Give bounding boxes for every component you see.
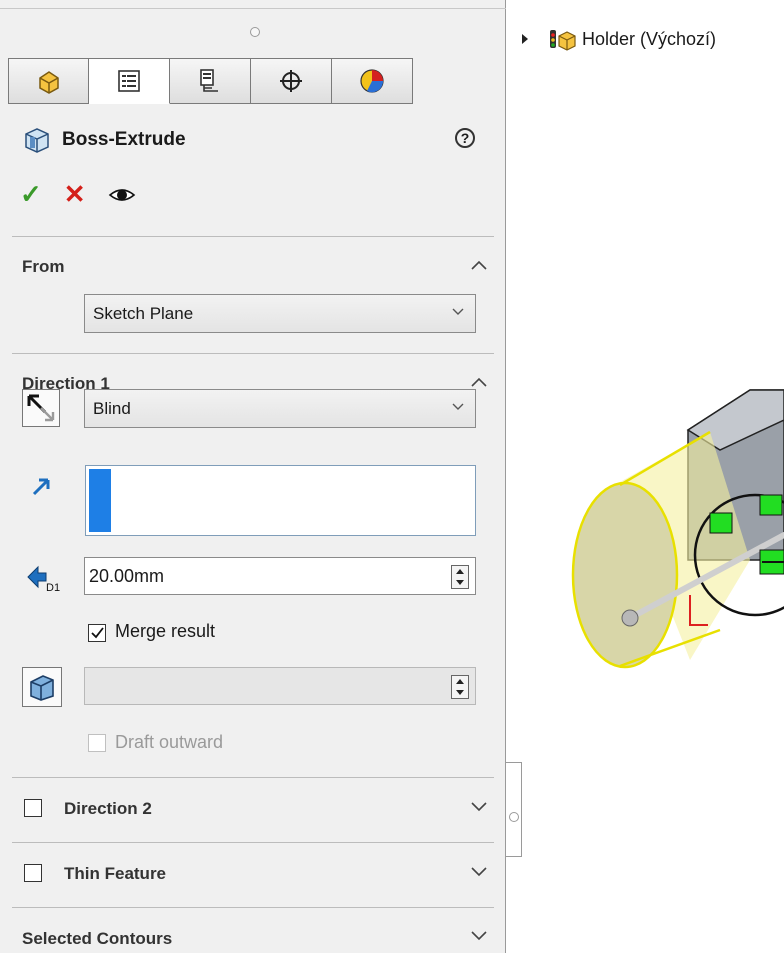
- draft-outward-label: Draft outward: [115, 732, 224, 752]
- panel-collapse-dot[interactable]: [509, 812, 519, 822]
- action-buttons: ✓ ✕: [20, 179, 136, 210]
- expand-selected-contours-icon[interactable]: [468, 928, 490, 942]
- tab-dimxpert-manager[interactable]: [251, 58, 332, 104]
- end-condition-value: Blind: [93, 399, 131, 418]
- tab-feature-manager[interactable]: [8, 58, 89, 104]
- direction2-checkbox[interactable]: [24, 799, 42, 817]
- panel-collapse-tab[interactable]: [506, 762, 522, 857]
- tab-display-manager[interactable]: [332, 58, 413, 104]
- help-button[interactable]: ?: [455, 128, 475, 148]
- configuration-manager-icon: [200, 69, 218, 92]
- expand-arrow-icon[interactable]: [520, 33, 530, 45]
- chevron-down-icon: [452, 403, 464, 410]
- from-section-label: From: [22, 257, 65, 276]
- cancel-button[interactable]: ✕: [64, 179, 86, 210]
- draft-toggle-button[interactable]: [22, 667, 62, 707]
- divider: [12, 907, 494, 908]
- from-select[interactable]: Sketch Plane: [84, 294, 476, 333]
- eye-icon[interactable]: [108, 185, 136, 205]
- merge-result-checkbox[interactable]: [88, 624, 106, 642]
- boss-extrude-icon: [25, 128, 49, 153]
- divider: [12, 353, 494, 354]
- direction2-section-label: Direction 2: [64, 799, 152, 818]
- divider: [12, 842, 494, 843]
- model-preview[interactable]: [560, 360, 784, 680]
- property-manager-icon: [118, 70, 140, 92]
- reverse-direction-button[interactable]: [22, 389, 60, 427]
- property-manager-panel: Boss-Extrude ? ✓ ✕ From Sketch Plane Dir…: [0, 0, 506, 953]
- feature-title: Boss-Extrude: [62, 129, 186, 150]
- tab-configuration-manager[interactable]: [170, 58, 251, 104]
- divider: [12, 777, 494, 778]
- depth-input[interactable]: 20.00mm: [84, 557, 476, 595]
- depth-icon: D1: [27, 565, 60, 594]
- divider: [12, 236, 494, 237]
- tab-property-manager[interactable]: [89, 58, 170, 104]
- panel-top-rule: [0, 8, 506, 9]
- display-manager-icon: [360, 69, 384, 93]
- dimxpert-manager-icon: [280, 70, 302, 92]
- depth-value: 20.00mm: [89, 566, 165, 586]
- panel-grip-dot[interactable]: [250, 27, 260, 37]
- checkmark-icon: [91, 627, 104, 639]
- merge-result-label: Merge result: [115, 621, 216, 641]
- flyout-tree-root[interactable]: Holder (Výchozí): [520, 26, 716, 52]
- selection-box-indicator: [89, 469, 111, 532]
- tree-root-label: Holder (Výchozí): [582, 28, 717, 49]
- collapse-direction1-icon[interactable]: [468, 375, 490, 389]
- thin-feature-section-label: Thin Feature: [64, 864, 167, 883]
- part-icon: [550, 30, 576, 51]
- draft-outward-checkbox[interactable]: [88, 734, 106, 752]
- reverse-direction-icon: [27, 394, 55, 422]
- direction-selection-box[interactable]: [85, 465, 476, 536]
- collapse-from-icon[interactable]: [468, 258, 490, 272]
- selected-contours-section-label: Selected Contours: [22, 929, 173, 948]
- draft-icon: [30, 675, 54, 701]
- expand-direction2-icon[interactable]: [468, 799, 490, 813]
- manager-tabs: [8, 58, 414, 104]
- from-select-value: Sketch Plane: [93, 304, 194, 323]
- direction-vector-icon: [32, 478, 50, 496]
- feature-manager-icon: [38, 71, 59, 94]
- draft-angle-input[interactable]: [84, 667, 476, 705]
- expand-thin-feature-icon[interactable]: [468, 864, 490, 878]
- thin-feature-checkbox[interactable]: [24, 864, 42, 882]
- draft-angle-spinner[interactable]: [451, 675, 469, 699]
- svg-text:D1: D1: [46, 582, 60, 594]
- ok-button[interactable]: ✓: [20, 179, 42, 210]
- chevron-down-icon: [452, 308, 464, 315]
- depth-spinner[interactable]: [451, 565, 469, 589]
- feature-title-row: Boss-Extrude: [22, 125, 186, 155]
- end-condition-select[interactable]: Blind: [84, 389, 476, 428]
